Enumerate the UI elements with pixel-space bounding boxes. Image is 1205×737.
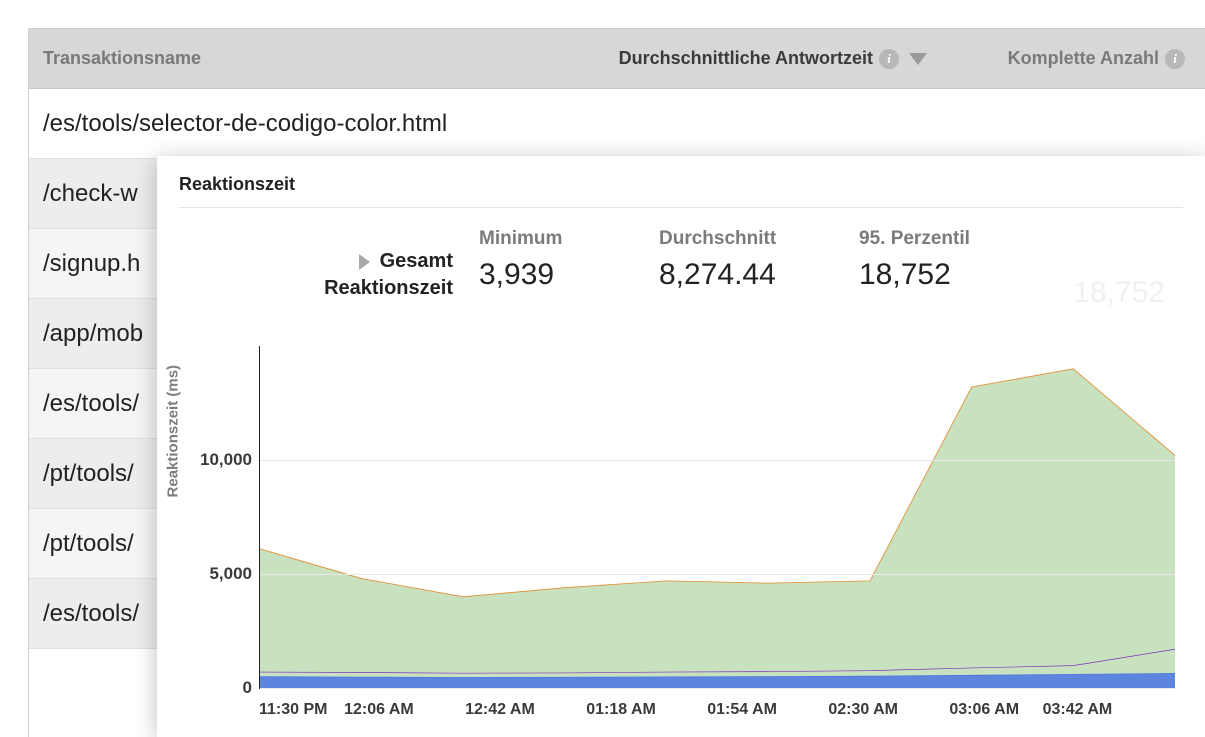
transaction-name: /signup.h [43,250,140,278]
transaction-name: /check-w [43,180,138,208]
stat-value-ghost: 18,752 [1073,276,1165,310]
panel-title: Reaktionszeit [179,174,1183,208]
chart: Reaktionszeit (ms) 05,00010,000 11:30 PM… [179,346,1195,737]
chevron-right-icon [359,254,370,270]
col-header-name[interactable]: Transaktionsname [29,48,579,69]
chart-xtick: 12:06 AM [344,701,414,719]
chart-plot-area[interactable]: 05,00010,000 [259,346,1175,689]
chart-xtick: 01:54 AM [707,701,777,719]
stat-header-avg: Durchschnitt [659,228,859,250]
stats-row-label-bottom: Reaktionszeit [324,277,453,300]
col-header-count[interactable]: Komplette Anzahl i [939,48,1205,69]
transaction-name: /app/mob [43,320,143,348]
chevron-down-icon[interactable] [909,53,927,65]
info-icon[interactable]: i [1165,49,1185,69]
chart-xtick: 02:30 AM [828,701,898,719]
chart-xticks: 11:30 PM 12:06 AM 12:42 AM 01:18 AM 01:54 AM… [259,701,1175,719]
stat-header-p95: 95. Perzentil [859,228,1059,250]
chart-ylabel: Reaktionszeit (ms) [165,364,182,497]
col-header-avg-response[interactable]: Durchschnittliche Antwortzeit i [579,48,939,69]
chart-xtick: 03:42 AM [1043,701,1113,719]
transaction-name: /pt/tools/ [43,530,134,558]
reaction-time-panel: Reaktionszeit Minimum Durchschnitt 95. P… [157,156,1205,737]
stats-row-label-top: Gesamt [380,250,453,273]
chart-xtick: 03:06 AM [949,701,1019,719]
stat-value-min: 3,939 [479,258,659,292]
col-header-name-label: Transaktionsname [43,48,201,69]
col-header-count-label: Komplette Anzahl [1008,48,1159,69]
col-header-avg-response-label: Durchschnittliche Antwortzeit [619,48,873,69]
stat-header-min: Minimum [479,228,659,250]
chart-ytick: 5,000 [209,564,252,584]
table-row[interactable]: /es/tools/selector-de-codigo-color.html [29,89,1205,159]
info-icon[interactable]: i [879,49,899,69]
chart-xtick: 12:42 AM [465,701,535,719]
stats-grid: Minimum Durchschnitt 95. Perzentil Gesam… [179,228,1183,300]
chart-ytick: 0 [243,678,252,698]
chart-ytick: 10,000 [200,450,252,470]
transaction-name: /es/tools/ [43,600,139,628]
stat-value-avg: 8,274.44 [659,258,859,292]
table-header-row: Transaktionsname Durchschnittliche Antwo… [29,29,1205,89]
chart-xtick: 11:30 PM [259,701,327,719]
stats-row-label[interactable]: Gesamt Reaktionszeit [179,250,479,300]
chart-xtick: 01:18 AM [586,701,656,719]
transaction-name: /pt/tools/ [43,460,134,488]
transaction-name: /es/tools/selector-de-codigo-color.html [43,110,447,138]
transaction-name: /es/tools/ [43,390,139,418]
stat-value-p95: 18,752 [859,258,1059,292]
chart-series [260,346,1175,688]
